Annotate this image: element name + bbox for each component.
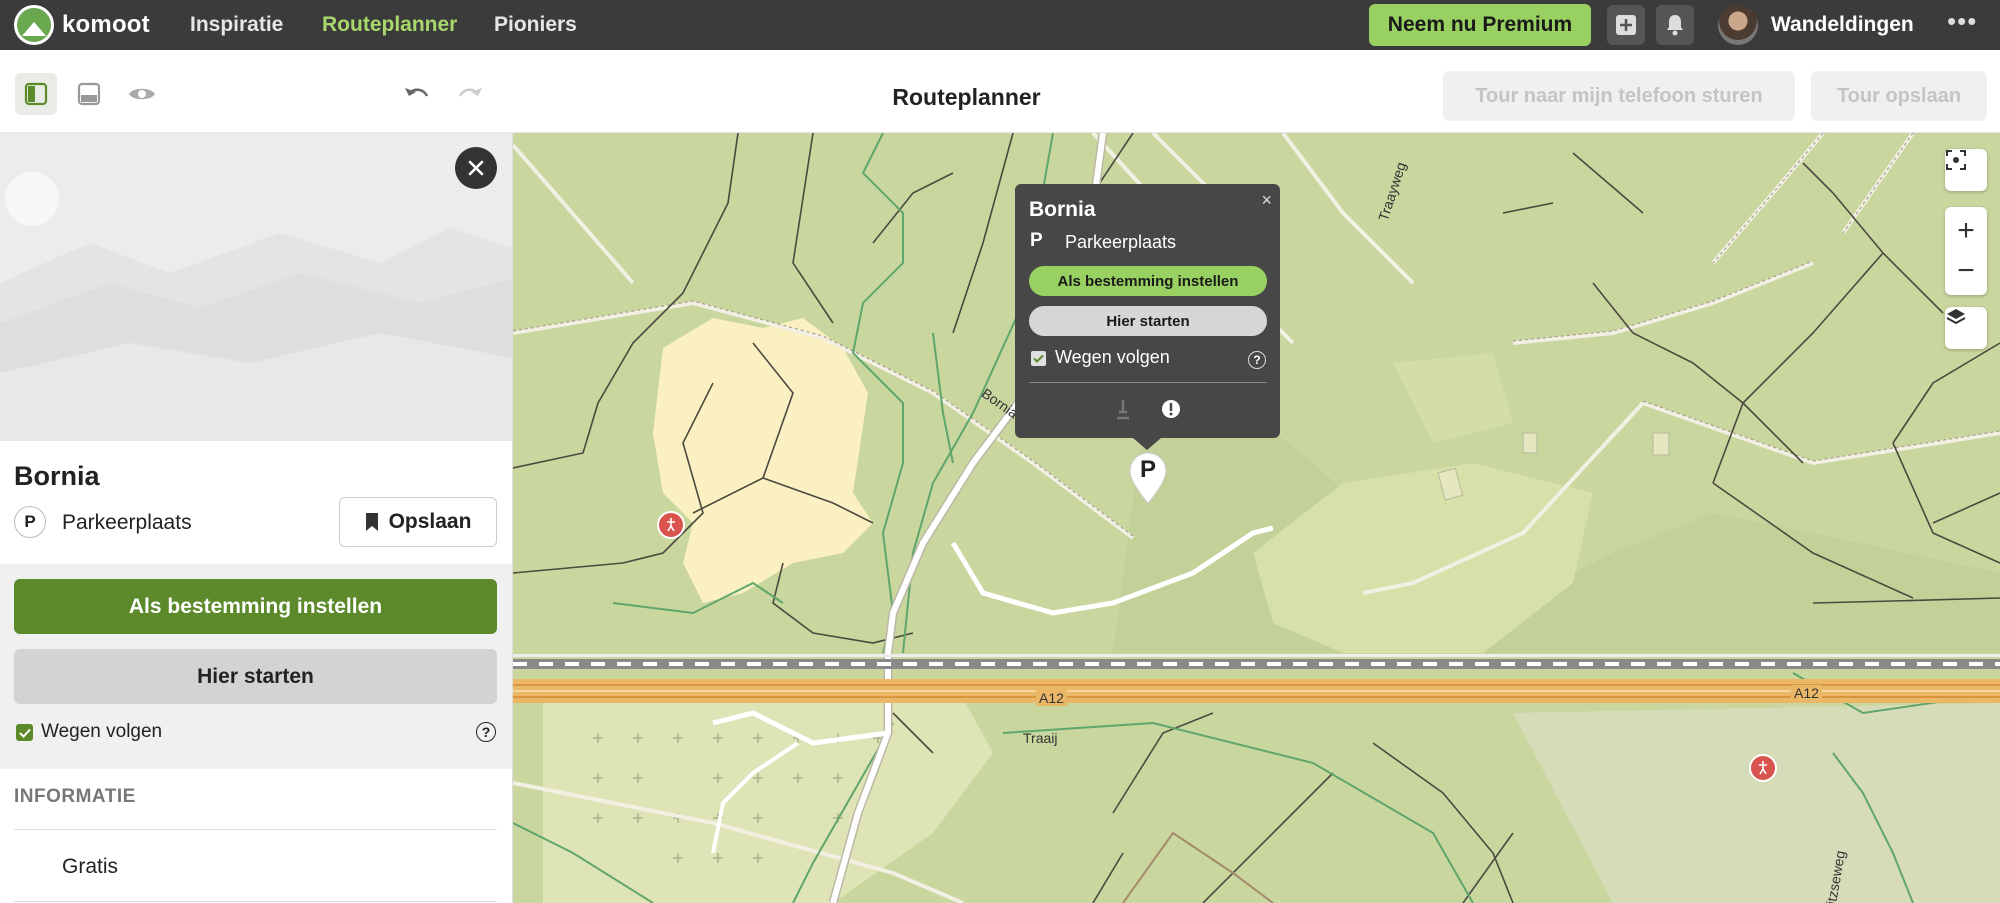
place-image-placeholder — [0, 133, 512, 441]
place-type: Parkeerplaats — [62, 511, 192, 534]
zoom-in-button[interactable]: + — [1957, 211, 1975, 251]
pin-label: P — [1139, 456, 1156, 483]
map-layers-button[interactable] — [1945, 307, 1987, 349]
nav-link-inspiratie[interactable]: Inspiratie — [190, 13, 283, 37]
divider — [1029, 382, 1267, 383]
save-tour-button[interactable]: Tour opslaan — [1811, 71, 1987, 121]
premium-button[interactable]: Neem nu Premium — [1369, 4, 1591, 46]
layers-icon — [1946, 309, 1966, 325]
divider — [14, 829, 497, 830]
user-avatar[interactable] — [1718, 5, 1758, 45]
road-label-a12: A12 — [1791, 685, 1822, 701]
follow-roads-row: Wegen volgen ? — [16, 721, 496, 747]
popup-start-here-button[interactable]: Hier starten — [1029, 306, 1267, 336]
hiker-marker-icon[interactable] — [657, 511, 685, 539]
help-icon[interactable]: ? — [476, 722, 496, 742]
place-name: Bornia — [14, 461, 100, 491]
set-destination-button[interactable]: Als bestemming instellen — [14, 579, 497, 634]
top-navigation: komoot Inspiratie Routeplanner Pioniers … — [0, 0, 2000, 50]
info-heading: INFORMATIE — [14, 786, 136, 807]
planner-toolbar: Routeplanner Tour naar mijn telefoon stu… — [0, 50, 2000, 133]
rail-edge — [513, 654, 2000, 657]
komoot-logo[interactable]: komoot — [14, 5, 150, 45]
parking-icon: P — [1030, 230, 1043, 251]
save-place-button[interactable]: Opslaan — [339, 497, 497, 547]
send-to-phone-button[interactable]: Tour naar mijn telefoon sturen — [1443, 71, 1795, 121]
place-sidebar: Bornia P Parkeerplaats Opslaan Als beste… — [0, 133, 513, 903]
save-place-label: Opslaan — [388, 510, 472, 533]
username[interactable]: Wandeldingen — [1771, 13, 1914, 37]
report-issue-icon[interactable] — [1161, 399, 1181, 419]
popup-follow-roads-checkbox[interactable] — [1031, 351, 1046, 366]
railway — [513, 659, 2000, 669]
komoot-logo-icon — [14, 5, 54, 45]
parking-icon: P — [14, 506, 46, 538]
notifications-button[interactable] — [1656, 5, 1694, 45]
place-popup: Bornia × P Parkeerplaats Als bestemming … — [1015, 184, 1280, 450]
checkmark-icon — [1033, 354, 1044, 363]
plus-square-icon — [1616, 15, 1636, 35]
popup-title: Bornia — [1029, 198, 1096, 221]
zoom-out-button[interactable]: − — [1957, 251, 1975, 291]
create-button[interactable] — [1607, 5, 1645, 45]
popup-follow-roads-label: Wegen volgen — [1055, 347, 1170, 367]
start-here-button[interactable]: Hier starten — [14, 649, 497, 704]
mountain-placeholder-icon — [0, 133, 512, 441]
help-icon[interactable]: ? — [1248, 351, 1266, 369]
locate-button[interactable] — [1945, 149, 1987, 191]
popup-place-type: Parkeerplaats — [1065, 232, 1177, 252]
info-value-fee: Gratis — [62, 855, 119, 878]
place-actions: Als bestemming instellen Hier starten We… — [0, 564, 512, 769]
close-icon — [468, 160, 484, 176]
follow-roads-checkbox[interactable] — [16, 724, 33, 741]
follow-roads-label: Wegen volgen — [41, 721, 163, 742]
popup-close-icon[interactable]: × — [1261, 190, 1272, 211]
road-label-a12: A12 — [1036, 690, 1067, 706]
parking-pin[interactable]: P — [1128, 451, 1168, 505]
bell-icon — [1667, 15, 1683, 36]
nav-link-routeplanner[interactable]: Routeplanner — [322, 13, 457, 37]
checkmark-icon — [18, 728, 31, 738]
elevation-icon[interactable] — [1113, 398, 1133, 420]
locate-icon — [1946, 150, 1966, 170]
divider — [14, 901, 497, 902]
popup-set-destination-button[interactable]: Als bestemming instellen — [1029, 266, 1267, 296]
close-sidebar-button[interactable] — [455, 147, 497, 189]
zoom-controls: + − — [1945, 207, 1987, 295]
more-menu-icon[interactable]: ••• — [1947, 6, 1977, 37]
nav-link-pioniers[interactable]: Pioniers — [494, 13, 577, 37]
road-label-traaij: Traaij — [1023, 730, 1058, 746]
brand-name: komoot — [62, 11, 150, 38]
bookmark-icon — [365, 513, 378, 531]
hiker-marker-icon[interactable] — [1749, 754, 1777, 782]
